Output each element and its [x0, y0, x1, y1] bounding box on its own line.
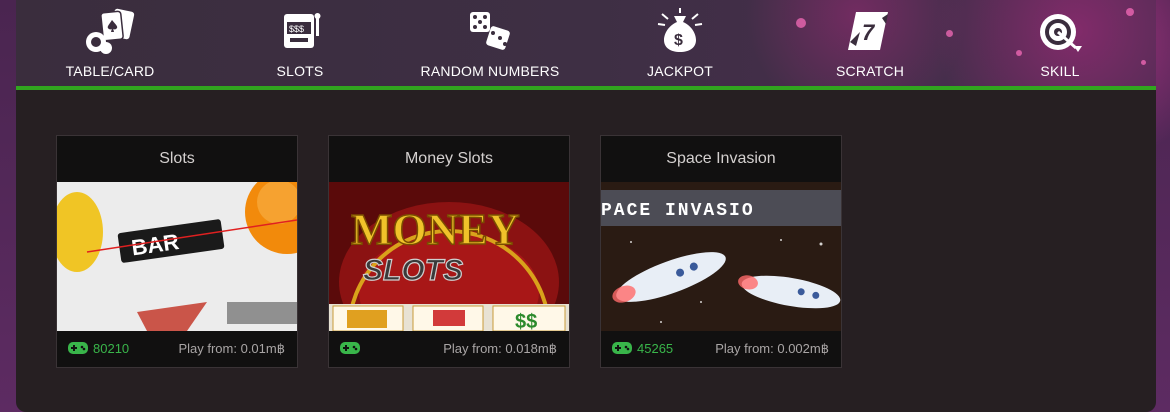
game-footer: Play from: 0.018m฿: [329, 331, 569, 367]
game-card-slots[interactable]: Slots BAR 80210 Play from: 0.01m฿: [56, 135, 298, 368]
play-price: Play from: 0.018m฿: [443, 341, 557, 356]
game-thumbnail[interactable]: PACE INVASIO: [601, 182, 841, 331]
sparkle-decoration: [1126, 8, 1134, 16]
game-footer: 80210 Play from: 0.01m฿: [57, 331, 297, 367]
sparkle-decoration: [1141, 60, 1146, 65]
play-price: Play from: 0.01m฿: [178, 341, 285, 356]
svg-text:7: 7: [862, 20, 876, 45]
game-card-space-invasion[interactable]: Space Invasion PACE INVASIO 45265 Play f…: [600, 135, 842, 368]
gamepad-icon: [340, 342, 360, 354]
play-price: Play from: 0.002m฿: [715, 341, 829, 356]
svg-text:$: $: [674, 32, 683, 49]
svg-text:PACE INVASIO: PACE INVASIO: [601, 201, 755, 221]
nav-item-skill[interactable]: SKILL: [1000, 0, 1120, 86]
dice-icon: [470, 12, 510, 50]
svg-text:MONEY: MONEY: [351, 205, 520, 254]
gamepad-icon: [68, 342, 88, 354]
nav-label: TABLE/CARD: [65, 63, 155, 79]
nav-item-random-numbers[interactable]: RANDOM NUMBERS: [410, 0, 570, 86]
svg-text:$$: $$: [515, 311, 537, 331]
play-count: 80210: [93, 341, 130, 356]
game-card-money-slots[interactable]: Money Slots MONEY SLOTS $$ Play from: 0.…: [328, 135, 570, 368]
game-thumbnail[interactable]: MONEY SLOTS $$: [329, 182, 569, 331]
gamepad-icon: [612, 342, 632, 354]
nav-label: SLOTS: [276, 63, 324, 79]
game-title: Space Invasion: [666, 150, 776, 167]
sparkle-decoration: [796, 18, 806, 28]
game-title: Slots: [159, 150, 195, 167]
game-footer: 45265 Play from: 0.002m฿: [601, 331, 841, 367]
game-thumbnail[interactable]: BAR: [57, 182, 297, 331]
slot-machine-icon: $$$: [284, 13, 321, 48]
nav-item-jackpot[interactable]: $ JACKPOT: [620, 0, 740, 86]
games-panel: TABLE/CARD $$$ SLOTS RANDOM NUMBERS $ JA…: [16, 0, 1156, 412]
nav-label: SKILL: [1040, 63, 1080, 79]
nav-label: RANDOM NUMBERS: [420, 63, 560, 79]
cards-chips-icon: [86, 8, 135, 54]
nav-item-slots[interactable]: $$$ SLOTS: [240, 0, 360, 86]
sparkle-decoration: [946, 30, 953, 37]
scratch-card-icon: 7: [848, 12, 888, 50]
svg-text:$$$: $$$: [289, 24, 304, 34]
nav-label: SCRATCH: [835, 63, 905, 79]
play-count: 45265: [637, 341, 674, 356]
target-icon: [1040, 14, 1082, 52]
category-nav: TABLE/CARD $$$ SLOTS RANDOM NUMBERS $ JA…: [16, 0, 1156, 90]
nav-label: JACKPOT: [647, 63, 713, 79]
nav-item-scratch[interactable]: 7 SCRATCH: [810, 0, 930, 86]
nav-item-table-card[interactable]: TABLE/CARD: [50, 0, 170, 86]
game-title: Money Slots: [404, 150, 494, 167]
svg-text:SLOTS: SLOTS: [363, 254, 463, 287]
page-background: TABLE/CARD $$$ SLOTS RANDOM NUMBERS $ JA…: [0, 0, 1170, 412]
money-bag-icon: $: [657, 8, 703, 52]
